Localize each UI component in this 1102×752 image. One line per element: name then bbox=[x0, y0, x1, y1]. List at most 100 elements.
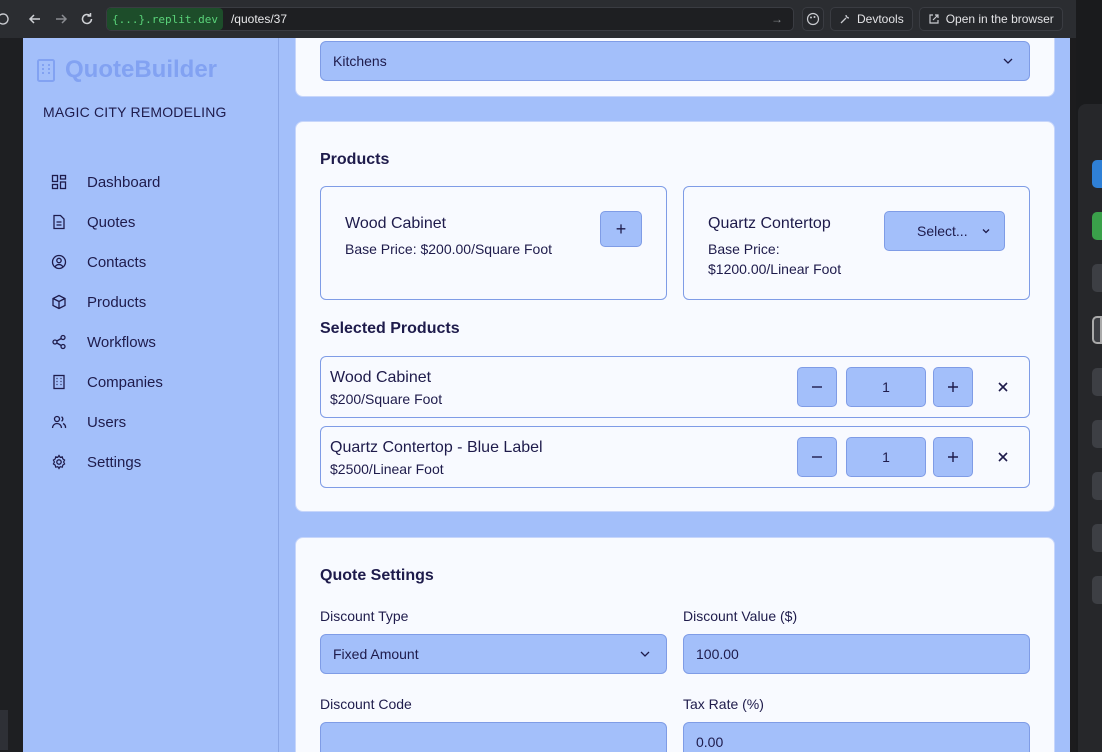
sidebar-item-label: Contacts bbox=[87, 253, 147, 271]
sidebar-item-label: Settings bbox=[87, 453, 142, 471]
product-card-wood-cabinet: Wood Cabinet Base Price: $200.00/Square … bbox=[320, 186, 667, 300]
discount-type-select[interactable]: Fixed Amount bbox=[320, 634, 667, 674]
product-price: Base Price: $1200.00/Linear Foot bbox=[708, 239, 841, 279]
share-icon bbox=[52, 334, 66, 350]
add-product-button[interactable]: + bbox=[600, 211, 642, 247]
plus-icon bbox=[948, 382, 958, 392]
sidebar-item-products[interactable]: Products bbox=[51, 282, 163, 322]
plus-icon: + bbox=[615, 218, 627, 239]
discount-value-label: Discount Value ($) bbox=[683, 608, 798, 624]
building-logo-icon bbox=[37, 59, 55, 82]
palette-icon[interactable] bbox=[802, 7, 824, 31]
discount-value-input[interactable]: 100.00 bbox=[683, 634, 1030, 674]
sidebar-item-quotes[interactable]: Quotes bbox=[51, 202, 163, 242]
product-price-line1: Base Price: bbox=[708, 241, 780, 257]
brand[interactable]: QuoteBuilder bbox=[35, 56, 217, 84]
product-name: Quartz Contertop bbox=[708, 215, 831, 232]
url-host: {...}.replit.dev bbox=[107, 8, 223, 30]
chevron-down-icon bbox=[982, 229, 990, 234]
product-name: Wood Cabinet bbox=[345, 215, 447, 232]
discount-type-value: Fixed Amount bbox=[333, 646, 419, 662]
increase-quantity-button[interactable] bbox=[933, 367, 973, 407]
dashboard-icon bbox=[51, 174, 67, 190]
users-icon bbox=[51, 415, 67, 429]
sync-icon[interactable] bbox=[0, 6, 10, 32]
sidebar-item-label: Workflows bbox=[87, 333, 156, 351]
variant-select-label: Select... bbox=[917, 223, 968, 239]
company-name: MAGIC CITY REMODELING bbox=[43, 104, 227, 120]
plus-icon bbox=[948, 452, 958, 462]
selected-products-title: Selected Products bbox=[320, 320, 460, 337]
selected-product-price: $200/Square Foot bbox=[330, 391, 443, 407]
product-card-quartz-countertop: Quartz Contertop Base Price: $1200.00/Li… bbox=[683, 186, 1030, 300]
variant-select[interactable]: Select... bbox=[884, 211, 1005, 251]
discount-code-input[interactable] bbox=[320, 722, 667, 752]
open-in-browser-button[interactable]: Open in the browser bbox=[918, 7, 1063, 31]
quote-settings-title: Quote Settings bbox=[320, 567, 434, 584]
sidebar-item-label: Companies bbox=[87, 373, 163, 391]
tax-rate-label: Tax Rate (%) bbox=[683, 696, 764, 712]
sidebar-item-companies[interactable]: Companies bbox=[51, 362, 163, 402]
main-content: Kitchens Products Wood Cabinet Base Pric… bbox=[295, 38, 1055, 752]
back-icon[interactable] bbox=[22, 6, 48, 32]
remove-product-button[interactable] bbox=[993, 447, 1013, 467]
discount-code-label: Discount Code bbox=[320, 696, 412, 712]
devtools-label: Devtools bbox=[857, 12, 904, 26]
sidebar-item-label: Products bbox=[87, 293, 147, 311]
sidebar-nav: Dashboard Quotes Contacts Products Workf… bbox=[51, 162, 163, 482]
selected-product-name: Wood Cabinet bbox=[330, 369, 432, 386]
close-icon bbox=[998, 382, 1008, 392]
gear-icon bbox=[52, 454, 66, 470]
open-in-browser-label: Open in the browser bbox=[945, 12, 1054, 26]
url-bar[interactable]: {...}.replit.dev /quotes/37 → bbox=[106, 7, 794, 31]
category-select[interactable]: Kitchens bbox=[320, 41, 1030, 81]
sidebar-item-label: Users bbox=[87, 413, 127, 431]
product-price-line2: $1200.00/Linear Foot bbox=[708, 261, 842, 277]
sidebar-item-contacts[interactable]: Contacts bbox=[51, 242, 163, 282]
selected-product-row: Quartz Contertop - Blue Label $2500/Line… bbox=[320, 426, 1030, 488]
increase-quantity-button[interactable] bbox=[933, 437, 973, 477]
quantity-input[interactable]: 1 bbox=[846, 437, 926, 477]
forward-icon[interactable] bbox=[48, 6, 74, 32]
right-dock bbox=[1076, 0, 1102, 752]
wrench-icon bbox=[840, 14, 850, 24]
sidebar-item-label: Dashboard bbox=[87, 173, 161, 191]
product-price: Base Price: $200.00/Square Foot bbox=[345, 241, 553, 257]
chevron-down-icon bbox=[640, 651, 650, 657]
user-circle-icon bbox=[51, 254, 67, 270]
reload-icon[interactable] bbox=[74, 6, 100, 32]
browser-toolbar: {...}.replit.dev /quotes/37 → Devtools O… bbox=[0, 0, 1076, 38]
app-viewport: QuoteBuilder MAGIC CITY REMODELING Dashb… bbox=[23, 38, 1070, 752]
close-icon bbox=[998, 452, 1008, 462]
chevron-down-icon bbox=[1003, 58, 1013, 64]
sidebar-item-users[interactable]: Users bbox=[51, 402, 163, 442]
document-icon bbox=[53, 214, 65, 230]
sidebar: QuoteBuilder MAGIC CITY REMODELING Dashb… bbox=[23, 38, 279, 752]
left-panel-edge bbox=[0, 38, 23, 752]
decrease-quantity-button[interactable] bbox=[797, 367, 837, 407]
url-path: /quotes/37 bbox=[230, 12, 288, 26]
sidebar-item-label: Quotes bbox=[87, 213, 136, 231]
building-icon bbox=[53, 374, 65, 390]
category-select-value: Kitchens bbox=[333, 53, 387, 69]
selected-product-row: Wood Cabinet $200/Square Foot 1 bbox=[320, 356, 1030, 418]
minus-icon bbox=[812, 456, 822, 458]
remove-product-button[interactable] bbox=[993, 377, 1013, 397]
sidebar-item-workflows[interactable]: Workflows bbox=[51, 322, 163, 362]
decrease-quantity-button[interactable] bbox=[797, 437, 837, 477]
sidebar-item-settings[interactable]: Settings bbox=[51, 442, 163, 482]
devtools-button[interactable]: Devtools bbox=[830, 7, 913, 31]
minus-icon bbox=[812, 386, 822, 388]
quantity-input[interactable]: 1 bbox=[846, 367, 926, 407]
brand-name: QuoteBuilder bbox=[65, 56, 218, 83]
quote-settings-card: Quote Settings Discount Type Fixed Amoun… bbox=[295, 537, 1055, 752]
sidebar-item-dashboard[interactable]: Dashboard bbox=[51, 162, 163, 202]
external-link-icon bbox=[929, 14, 939, 24]
arrow-right-icon[interactable]: → bbox=[771, 12, 793, 26]
box-icon bbox=[52, 294, 66, 310]
tax-rate-input[interactable]: 0.00 bbox=[683, 722, 1030, 752]
products-title: Products bbox=[320, 151, 390, 168]
selected-product-name: Quartz Contertop - Blue Label bbox=[330, 439, 543, 456]
selected-product-price: $2500/Linear Foot bbox=[330, 461, 444, 477]
products-card: Products Wood Cabinet Base Price: $200.0… bbox=[295, 121, 1055, 512]
